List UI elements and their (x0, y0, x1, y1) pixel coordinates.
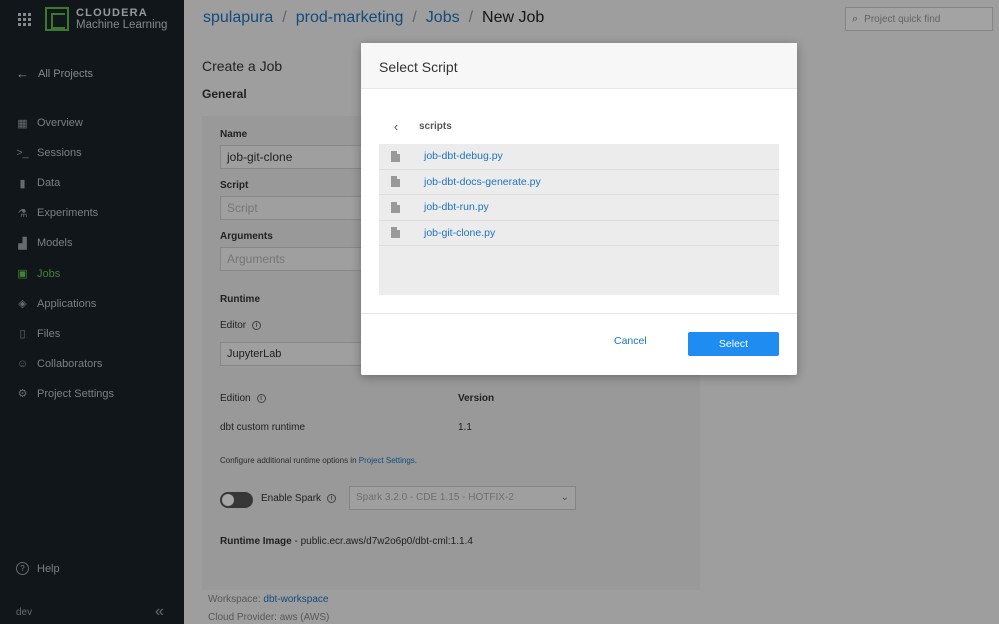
directory-row: ‹ scripts (391, 119, 452, 134)
dialog-title: Select Script (361, 43, 797, 89)
file-row[interactable]: job-dbt-run.py (379, 195, 779, 221)
file-icon (391, 201, 400, 213)
current-directory: scripts (419, 121, 452, 132)
select-script-dialog: Select Script ‹ scripts job-dbt-debug.py… (361, 43, 797, 375)
select-button[interactable]: Select (688, 332, 779, 356)
file-icon (391, 176, 400, 188)
file-name[interactable]: job-dbt-docs-generate.py (424, 176, 541, 188)
file-row[interactable]: job-dbt-debug.py (379, 144, 779, 170)
file-list: job-dbt-debug.py job-dbt-docs-generate.p… (379, 144, 779, 295)
file-icon (391, 150, 400, 162)
file-row[interactable]: job-dbt-docs-generate.py (379, 169, 779, 195)
cancel-button[interactable]: Cancel (614, 335, 647, 347)
dialog-divider (361, 313, 797, 314)
file-name[interactable]: job-dbt-debug.py (424, 150, 503, 162)
file-row[interactable]: job-git-clone.py (379, 220, 779, 246)
file-name[interactable]: job-dbt-run.py (424, 201, 489, 213)
file-icon (391, 227, 400, 239)
chevron-left-icon[interactable]: ‹ (391, 119, 401, 134)
file-name[interactable]: job-git-clone.py (424, 227, 495, 239)
